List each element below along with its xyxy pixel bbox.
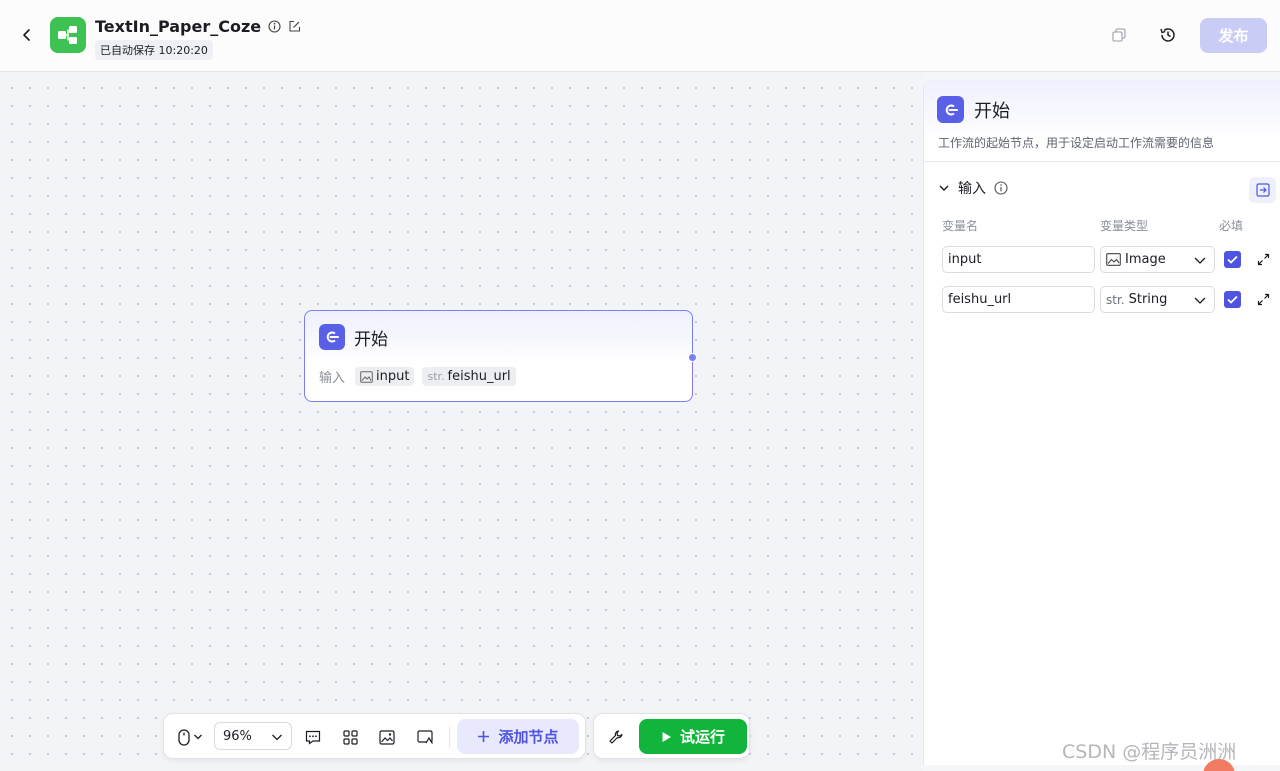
start-node-icon <box>319 324 345 350</box>
node-input-name: feishu_url <box>447 369 511 384</box>
import-icon <box>1255 183 1270 197</box>
expand-icon <box>1257 253 1269 265</box>
output-port[interactable] <box>688 353 697 362</box>
column-header-name: 变量名 <box>942 219 979 233</box>
edit-icon[interactable] <box>287 19 301 33</box>
auto-layout-button[interactable] <box>338 725 362 749</box>
test-run-button[interactable]: 试运行 <box>639 719 747 754</box>
add-node-label: 添加节点 <box>498 728 559 746</box>
image-icon <box>1106 253 1121 266</box>
type-prefix: str. <box>1106 292 1125 307</box>
title-block: TextIn_Paper_Coze 已自动保存 10:20:20 <box>95 14 301 60</box>
top-bar: TextIn_Paper_Coze 已自动保存 10:20:20 发布 <box>0 0 1280 72</box>
watermark: CSDN @程序员洲洲 <box>1062 741 1237 763</box>
node-input-chip: input <box>355 367 415 386</box>
run-toolbar: 试运行 <box>593 713 750 759</box>
copy-button[interactable] <box>1109 25 1129 45</box>
canvas-toolbar: 96% 添加节点 <box>163 713 586 759</box>
panel-description: 工作流的起始节点，用于设定启动工作流需要的信息 <box>938 136 1215 150</box>
interaction-mode-button[interactable] <box>174 725 206 749</box>
debug-settings-button[interactable] <box>604 725 628 749</box>
plus-icon <box>478 731 490 742</box>
zoom-value: 96% <box>223 728 252 744</box>
history-button[interactable] <box>1158 25 1178 45</box>
publish-button[interactable]: 发布 <box>1200 18 1267 53</box>
node-title: 开始 <box>354 329 388 350</box>
panel-header: 开始 工作流的起始节点，用于设定启动工作流需要的信息 <box>924 80 1280 162</box>
node-config-panel: 开始 工作流的起始节点，用于设定启动工作流需要的信息 输入 变量名 变量类型 必… <box>923 80 1280 765</box>
chevron-down-icon <box>1194 257 1206 264</box>
zoom-select[interactable]: 96% <box>214 722 292 750</box>
chevron-down-icon <box>1194 297 1206 304</box>
minimap-icon <box>416 729 433 744</box>
chevron-down-icon <box>272 734 282 741</box>
layout-icon <box>342 729 358 745</box>
variable-type-select[interactable]: str. String <box>1100 286 1215 313</box>
play-icon <box>662 731 671 742</box>
chevron-down-icon <box>193 734 202 740</box>
wrench-icon <box>609 730 623 744</box>
variable-row: Image <box>942 246 1277 274</box>
node-input-name: input <box>376 369 410 384</box>
expand-button[interactable] <box>1255 291 1271 307</box>
copy-icon <box>1112 28 1126 42</box>
add-variable-button[interactable] <box>1249 177 1276 203</box>
workflow-logo-icon <box>50 17 86 53</box>
input-section-header[interactable]: 输入 <box>938 178 1008 198</box>
variable-type-value: Image <box>1125 252 1166 267</box>
node-io-label: 输入 <box>319 371 346 386</box>
column-header-required: 必填 <box>1219 219 1244 233</box>
info-icon[interactable] <box>267 19 281 33</box>
add-node-button[interactable]: 添加节点 <box>457 719 579 754</box>
comment-icon <box>305 730 321 745</box>
image-icon <box>360 370 373 383</box>
variable-name-input[interactable] <box>942 286 1095 313</box>
type-prefix: str. <box>427 370 445 383</box>
column-header-type: 变量类型 <box>1100 219 1149 233</box>
required-checkbox[interactable] <box>1224 251 1241 268</box>
required-checkbox[interactable] <box>1224 291 1241 308</box>
comment-button[interactable] <box>301 725 325 749</box>
variable-type-select[interactable]: Image <box>1100 246 1215 273</box>
export-image-button[interactable] <box>375 725 399 749</box>
variable-type-value: String <box>1128 292 1168 307</box>
image-icon <box>379 729 395 745</box>
start-node[interactable]: 开始 输入 input str. feishu_url <box>304 310 697 402</box>
variable-name-input[interactable] <box>942 246 1095 273</box>
back-button[interactable] <box>16 24 38 46</box>
expand-button[interactable] <box>1255 251 1271 267</box>
app-title: TextIn_Paper_Coze <box>95 16 262 36</box>
node-input-chip: str. feishu_url <box>422 367 516 386</box>
panel-title: 开始 <box>974 101 1010 122</box>
history-icon <box>1160 28 1175 42</box>
autosave-status: 已自动保存 10:20:20 <box>95 40 213 60</box>
mouse-icon <box>177 728 190 746</box>
test-run-label: 试运行 <box>679 728 725 746</box>
check-icon <box>1227 295 1238 304</box>
expand-icon <box>1257 293 1269 305</box>
chevron-left-icon <box>23 29 30 41</box>
variable-row: str. String <box>942 286 1277 314</box>
start-node-icon <box>937 96 964 123</box>
toolbar-divider <box>449 726 450 748</box>
workflow-canvas[interactable]: 开始 输入 input str. feishu_url <box>0 73 922 771</box>
minimap-button[interactable] <box>413 725 437 749</box>
info-icon[interactable] <box>994 181 1008 195</box>
chevron-down-icon <box>939 185 949 191</box>
section-title: 输入 <box>958 181 986 197</box>
check-icon <box>1227 255 1238 264</box>
